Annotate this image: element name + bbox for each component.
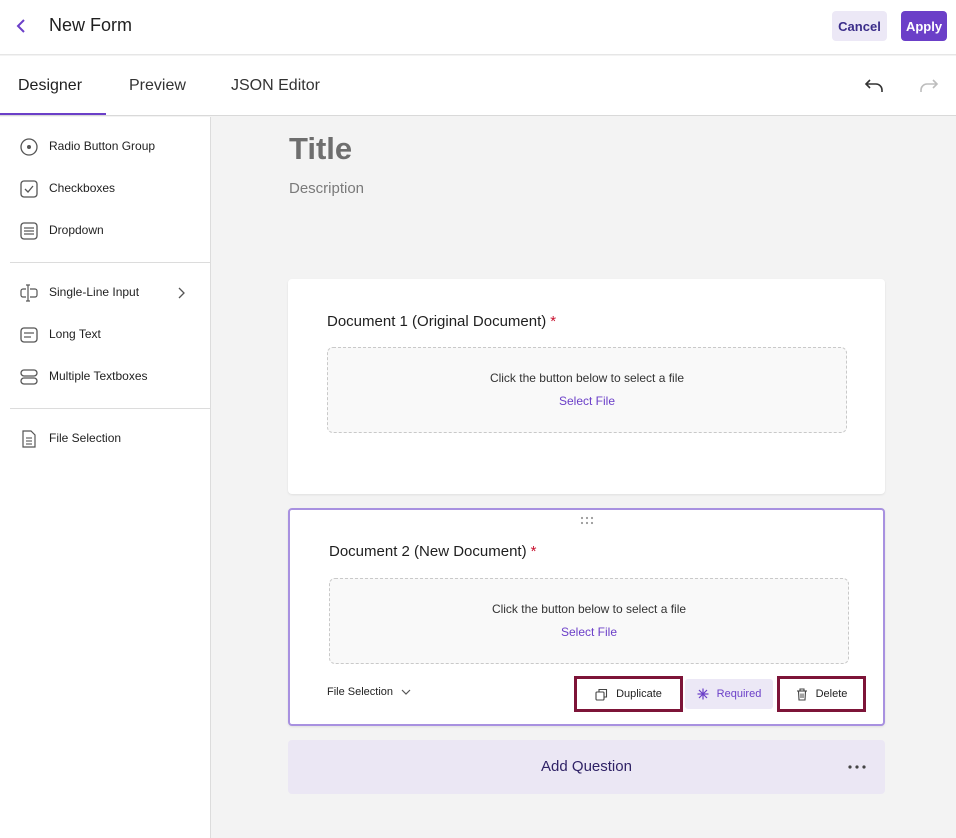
form-description[interactable]: Description [289,180,364,197]
add-question-button[interactable]: Add Question [288,740,885,794]
sidebar-item-checkboxes[interactable]: Checkboxes [0,170,210,208]
tab-designer[interactable]: Designer [18,56,82,116]
long-text-icon [20,327,38,343]
text-cursor-icon [20,284,38,302]
required-asterisk: * [530,543,537,560]
sidebar-item-label: Single-Line Input [49,285,140,299]
undo-button[interactable] [862,74,886,98]
sidebar-item-label: File Selection [49,431,122,445]
add-question-label: Add Question [541,758,632,775]
file-icon [22,430,36,448]
copy-icon [595,688,608,701]
dropdown-icon [20,222,38,240]
delete-label: Delete [815,688,848,700]
dropzone-instruction: Click the button below to select a file [489,371,685,385]
tab-preview[interactable]: Preview [129,56,186,116]
apply-button[interactable]: Apply [901,11,947,41]
sidebar-item-dropdown[interactable]: Dropdown [0,212,210,250]
required-asterisk: * [550,313,557,330]
question-type-sidebar: Radio Button Group Checkboxes Dropdown S… [0,117,211,838]
multi-textbox-icon [20,369,38,385]
back-button[interactable] [10,14,32,38]
sidebar-item-label: Multiple Textboxes [49,369,148,383]
chevron-down-icon [401,689,411,695]
sidebar-item-label: Checkboxes [49,181,116,195]
delete-button[interactable]: Delete [777,676,866,712]
sidebar-divider [10,262,210,263]
question-card[interactable]: Document 1 (Original Document) * Click th… [288,279,885,494]
question-title-text: Document 2 (New Document) [329,543,527,560]
sidebar-item-single-line-input[interactable]: Single-Line Input [0,274,210,312]
redo-button[interactable] [917,74,941,98]
active-tab-indicator [0,113,106,115]
required-label: Required [716,688,762,700]
redo-icon [920,79,939,92]
sidebar-item-multiple-textboxes[interactable]: Multiple Textboxes [0,358,210,396]
dropzone-instruction: Click the button below to select a file [491,602,687,616]
undo-icon [864,79,883,92]
asterisk-icon [697,688,709,700]
form-title[interactable]: Title [289,131,352,167]
sidebar-item-file-selection[interactable]: File Selection [0,420,210,458]
sidebar-item-long-text[interactable]: Long Text [0,316,210,354]
required-toggle[interactable]: Required [685,679,773,709]
question-title[interactable]: Document 1 (Original Document) * [327,313,556,330]
chevron-right-icon [178,287,185,299]
sidebar-item-label: Long Text [49,327,101,341]
tab-bar: Designer Preview JSON Editor [0,56,956,116]
question-title-text: Document 1 (Original Document) [327,313,547,330]
select-file-link[interactable]: Select File [330,625,848,639]
file-dropzone[interactable]: Click the button below to select a file … [329,578,849,664]
top-bar: New Form Cancel Apply [0,0,956,55]
checkbox-icon [20,180,38,198]
question-title[interactable]: Document 2 (New Document) * [329,543,536,560]
question-type-select[interactable]: File Selection [327,686,411,698]
sidebar-divider [10,408,210,409]
duplicate-label: Duplicate [616,688,662,700]
sidebar-item-label: Radio Button Group [49,139,156,153]
cancel-button[interactable]: Cancel [832,11,887,41]
question-card-selected[interactable]: Document 2 (New Document) * Click the but… [288,508,885,726]
trash-icon [796,687,807,701]
duplicate-button[interactable]: Duplicate [574,676,683,712]
sidebar-item-radio-button-group[interactable]: Radio Button Group [0,128,210,166]
tab-json-editor[interactable]: JSON Editor [231,56,320,116]
chevron-left-icon [16,19,25,33]
question-type-label: File Selection [327,686,394,698]
page-title: New Form [49,15,133,35]
drag-handle-icon[interactable] [579,516,595,526]
sidebar-item-label: Dropdown [49,223,104,237]
file-dropzone[interactable]: Click the button below to select a file … [327,347,847,433]
more-options-icon[interactable] [845,757,869,777]
radio-icon [20,138,38,156]
select-file-link[interactable]: Select File [328,394,846,408]
